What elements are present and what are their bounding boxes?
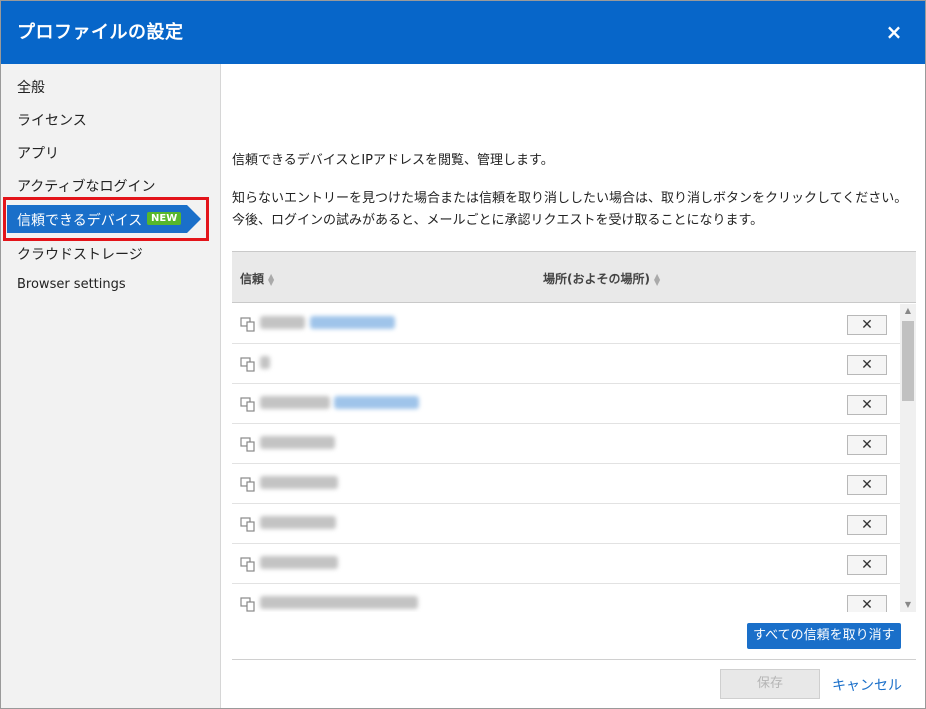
device-name-redacted bbox=[260, 356, 270, 369]
device-icon bbox=[240, 597, 255, 612]
close-button[interactable]: × bbox=[883, 19, 905, 45]
device-name-redacted bbox=[260, 516, 336, 529]
sidebar-item-trusted-devices-label: 信頼できるデバイス bbox=[17, 213, 143, 229]
active-pointer-icon bbox=[187, 205, 201, 233]
revoke-button[interactable]: ✕ bbox=[847, 435, 887, 455]
revoke-button[interactable]: ✕ bbox=[847, 395, 887, 415]
device-location-redacted bbox=[334, 396, 419, 409]
device-icon bbox=[240, 357, 255, 372]
dialog-titlebar: プロファイルの設定 × bbox=[1, 1, 925, 64]
sidebar-item-cloud-storage[interactable]: クラウドストレージ bbox=[17, 244, 143, 264]
revoke-button[interactable]: ✕ bbox=[847, 315, 887, 335]
table-row: ✕ bbox=[232, 544, 900, 584]
revoke-all-button[interactable]: すべての信頼を取り消す bbox=[747, 623, 901, 649]
sidebar-item-license[interactable]: ライセンス bbox=[17, 110, 87, 130]
device-name-redacted bbox=[260, 436, 335, 449]
device-icon bbox=[240, 477, 255, 492]
device-icon bbox=[240, 557, 255, 572]
device-icon bbox=[240, 437, 255, 452]
column-header-location[interactable]: 場所(およその場所) ▲ ▼ bbox=[543, 270, 660, 287]
device-icon bbox=[240, 517, 255, 532]
table-row: ✕ bbox=[232, 344, 900, 384]
intro-paragraph: 知らないエントリーを見つけた場合または信頼を取り消ししたい場合は、取り消しボタン… bbox=[232, 191, 908, 228]
device-icon bbox=[240, 397, 255, 412]
intro-text: 信頼できるデバイスとIPアドレスを閲覧、管理します。 bbox=[232, 153, 554, 168]
sidebar-item-browser-settings[interactable]: Browser settings bbox=[17, 277, 126, 292]
sidebar: 全般 ライセンス アプリ アクティブなログイン クラウドストレージ Browse… bbox=[1, 64, 221, 708]
revoke-button[interactable]: ✕ bbox=[847, 595, 887, 612]
device-location-redacted bbox=[310, 316, 395, 329]
sort-icon: ▲ ▼ bbox=[268, 271, 275, 287]
column-header-location-label: 場所(およその場所) bbox=[543, 272, 650, 286]
main-panel: 信頼できるデバイスとIPアドレスを閲覧、管理します。 知らないエントリーを見つけ… bbox=[222, 64, 925, 708]
revoke-button[interactable]: ✕ bbox=[847, 555, 887, 575]
profile-settings-dialog: プロファイルの設定 × 全般 ライセンス アプリ アクティブなログイン クラウド… bbox=[0, 0, 926, 709]
scroll-up-icon[interactable]: ▲ bbox=[900, 304, 916, 318]
dialog-title: プロファイルの設定 bbox=[17, 22, 184, 43]
revoke-button[interactable]: ✕ bbox=[847, 475, 887, 495]
table-row: ✕ bbox=[232, 304, 900, 344]
scroll-thumb[interactable] bbox=[902, 321, 914, 401]
table-row: ✕ bbox=[232, 424, 900, 464]
device-icon bbox=[240, 317, 255, 332]
sort-icon: ▲ ▼ bbox=[653, 271, 661, 287]
sidebar-item-apps[interactable]: アプリ bbox=[17, 143, 59, 163]
new-badge: NEW bbox=[147, 212, 182, 225]
table-row: ✕ bbox=[232, 584, 900, 612]
table-header: 信頼 ▲ ▼ 場所(およその場所) ▲ ▼ bbox=[232, 251, 916, 303]
table-row: ✕ bbox=[232, 504, 900, 544]
device-name-redacted bbox=[260, 476, 338, 489]
table-row: ✕ bbox=[232, 464, 900, 504]
column-header-trust[interactable]: 信頼 ▲ ▼ bbox=[240, 270, 274, 287]
device-name-redacted bbox=[260, 556, 338, 569]
cancel-button[interactable]: キャンセル bbox=[832, 675, 902, 695]
sidebar-item-active-logins[interactable]: アクティブなログイン bbox=[17, 176, 155, 196]
sidebar-item-general[interactable]: 全般 bbox=[17, 77, 45, 97]
revoke-button[interactable]: ✕ bbox=[847, 515, 887, 535]
device-list: ✕ ✕ ✕ ✕ ✕ ✕ ✕ ✕ bbox=[232, 304, 916, 612]
device-name-redacted bbox=[260, 396, 330, 409]
scroll-down-icon[interactable]: ▼ bbox=[900, 598, 916, 612]
scrollbar[interactable]: ▲ ▼ bbox=[900, 304, 916, 612]
revoke-button[interactable]: ✕ bbox=[847, 355, 887, 375]
save-button[interactable]: 保存 bbox=[720, 669, 820, 699]
device-name-redacted bbox=[260, 316, 305, 329]
table-row: ✕ bbox=[232, 384, 900, 424]
footer-divider bbox=[232, 659, 916, 660]
column-header-trust-label: 信頼 bbox=[240, 272, 265, 286]
device-name-redacted bbox=[260, 596, 418, 609]
